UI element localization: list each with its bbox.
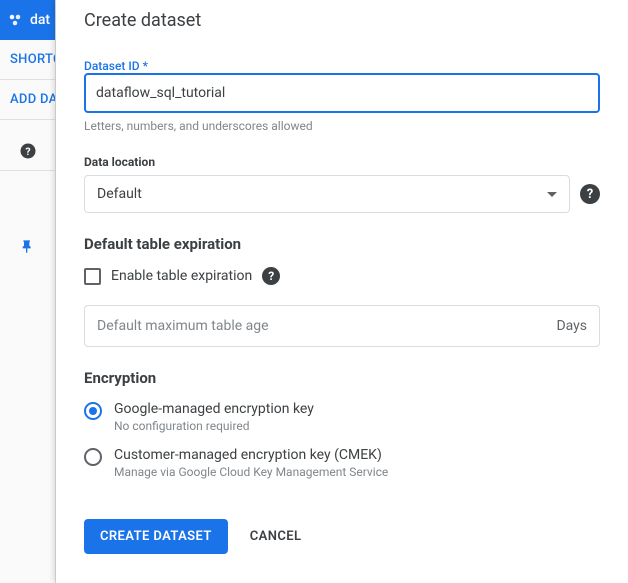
encryption-option-label: Google-managed encryption key: [114, 401, 314, 417]
dataset-id-label: Dataset ID *: [84, 59, 600, 73]
max-table-age-input[interactable]: Default maximum table age Days: [84, 305, 600, 347]
left-sidebar: dat SHORTCU ADD DA ?: [0, 0, 56, 583]
sidebar-add-data[interactable]: ADD DA: [0, 80, 55, 120]
enable-expiration-label: Enable table expiration: [111, 268, 252, 284]
encryption-heading: Encryption: [84, 369, 600, 387]
create-dataset-panel: Create dataset Dataset ID * Letters, num…: [56, 0, 628, 583]
expiration-help-icon[interactable]: ?: [262, 267, 280, 285]
pin-icon[interactable]: [20, 239, 36, 255]
encryption-option-cmek[interactable]: Customer-managed encryption key (CMEK) M…: [84, 447, 600, 479]
dialog-actions: CREATE DATASET CANCEL: [84, 519, 600, 554]
data-location-help-icon[interactable]: ?: [580, 184, 600, 204]
cancel-button[interactable]: CANCEL: [250, 529, 302, 544]
radio-icon: [84, 402, 102, 420]
dataset-id-helper: Letters, numbers, and underscores allowe…: [84, 119, 600, 133]
create-dataset-button[interactable]: CREATE DATASET: [84, 519, 228, 554]
data-location-value: Default: [97, 186, 142, 202]
chevron-down-icon: [547, 192, 557, 197]
svg-text:?: ?: [25, 145, 30, 158]
encryption-option-label: Customer-managed encryption key (CMEK): [114, 447, 388, 463]
encryption-group: Encryption Google-managed encryption key…: [84, 369, 600, 479]
sidebar-help: ?: [0, 132, 55, 171]
product-topbar: dat: [0, 0, 55, 40]
data-location-group: Data location Default ?: [84, 155, 600, 213]
dataset-id-input[interactable]: [84, 73, 600, 113]
data-location-select[interactable]: Default: [84, 175, 570, 213]
max-table-age-placeholder: Default maximum table age: [97, 318, 269, 334]
max-table-age-unit: Days: [556, 318, 587, 334]
dataset-id-group: Dataset ID * Letters, numbers, and under…: [84, 59, 600, 133]
encryption-option-sub: No configuration required: [114, 419, 314, 433]
encryption-option-sub: Manage via Google Cloud Key Management S…: [114, 465, 388, 479]
sidebar-shortcuts[interactable]: SHORTCU: [0, 40, 55, 80]
brand-text: dat: [30, 12, 50, 28]
data-location-label: Data location: [84, 155, 600, 169]
radio-icon: [84, 448, 102, 466]
help-circle-icon[interactable]: ?: [19, 142, 37, 160]
dialog-title: Create dataset: [84, 10, 600, 31]
encryption-option-google[interactable]: Google-managed encryption key No configu…: [84, 401, 600, 433]
enable-expiration-checkbox[interactable]: [84, 268, 101, 285]
bigquery-brand-icon: [6, 11, 24, 29]
expiration-heading: Default table expiration: [84, 235, 600, 253]
expiration-group: Default table expiration Enable table ex…: [84, 235, 600, 347]
